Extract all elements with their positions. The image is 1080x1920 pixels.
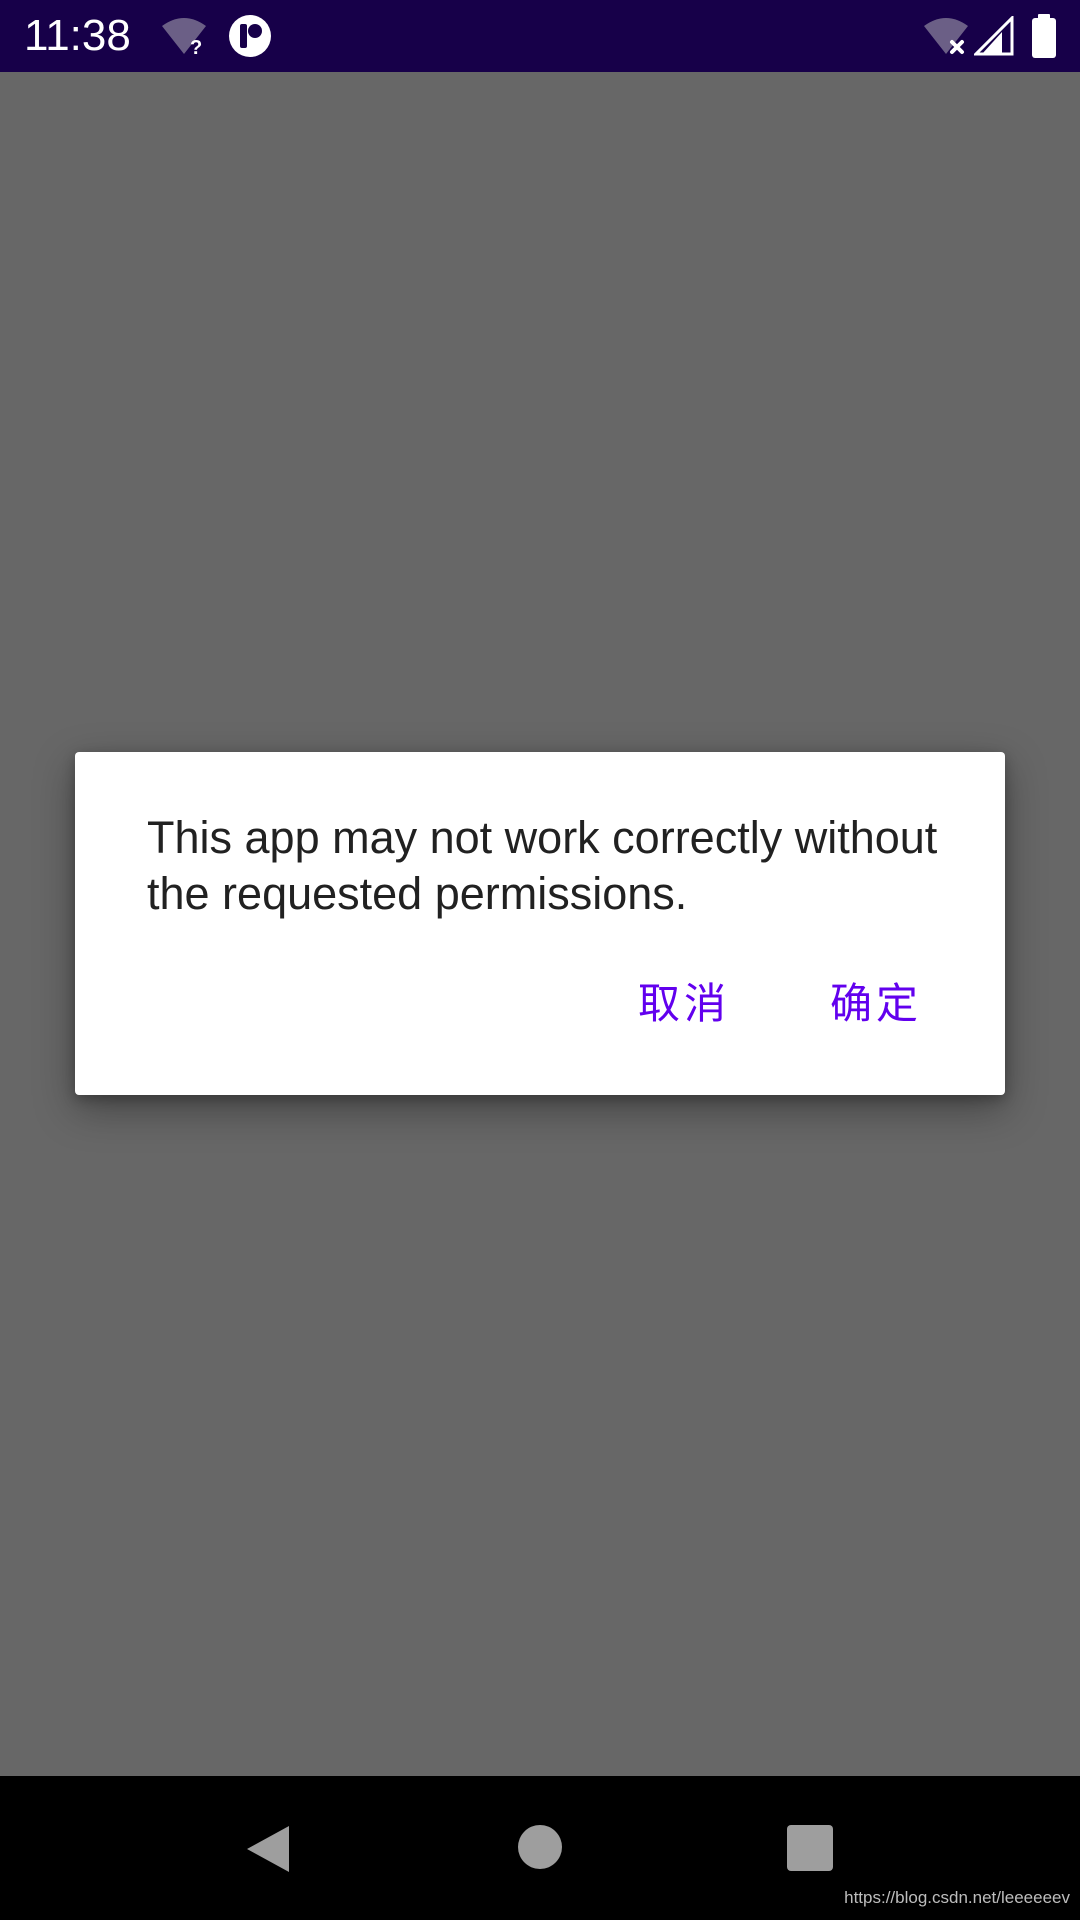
wifi-off-icon: [924, 18, 968, 54]
wifi-question-icon: ?: [162, 18, 206, 56]
svg-text:?: ?: [190, 37, 202, 56]
status-time: 11:38: [24, 11, 131, 60]
cancel-button[interactable]: 取消: [638, 972, 730, 1036]
status-bar: 11:38 ?: [0, 0, 1080, 72]
phone-screen: 11:38 ? This app may not work correctly …: [0, 0, 1080, 1920]
recents-square-icon[interactable]: [787, 1825, 833, 1871]
dialog-message: This app may not work correctly without …: [147, 812, 938, 919]
permission-dialog: This app may not work correctly without …: [75, 752, 1005, 1095]
watermark-url: https://blog.csdn.net/leeeeeev: [844, 1888, 1070, 1907]
ok-button[interactable]: 确定: [830, 972, 922, 1036]
battery-icon: [1032, 14, 1056, 58]
cell-signal-icon: [974, 16, 1014, 56]
back-triangle-icon[interactable]: [243, 1824, 293, 1874]
app-logo-icon: [229, 15, 271, 57]
home-circle-icon[interactable]: [518, 1825, 562, 1869]
